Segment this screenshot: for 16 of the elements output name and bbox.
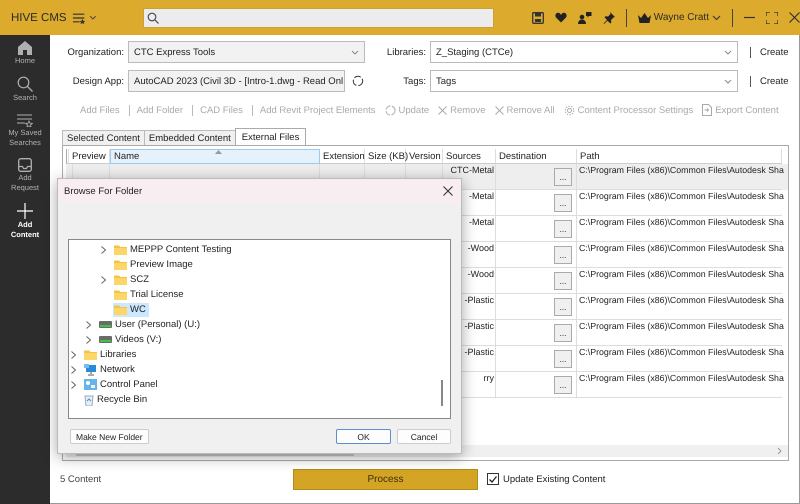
field-label: Tags: xyxy=(402,76,426,86)
table-cell: C:\Program Files (x86)\Common Files\Autodesk Sha xyxy=(577,216,782,242)
table-cell: C:\Program Files (x86)\Common Files\Autodesk Sha xyxy=(577,346,782,372)
table-cell: C:\Program Files (x86)\Common Files\Autodesk Sha xyxy=(577,268,782,294)
checkbox-label: Update Existing Content xyxy=(503,474,606,484)
field-label: Libraries: xyxy=(386,46,426,58)
field-label: Design App: xyxy=(72,76,124,86)
table-cell: C:\Program Files (x86)\Common Files\Autodesk Sha xyxy=(577,294,782,320)
table-cell: C:\Program Files (x86)\Common Files\Autodesk Sha xyxy=(577,242,782,268)
content-count: 5 Content xyxy=(60,474,102,484)
table-cell: C:\Program Files (x86)\Common Files\Autodesk Sha xyxy=(577,320,782,346)
table-cell: C:\Program Files (x86)\Common Files\Autodesk Sha xyxy=(577,164,782,190)
table-cell: C:\Program Files (x86)\Common Files\Autodesk Sha xyxy=(577,372,782,398)
app-name: HIVE CMS xyxy=(11,12,68,24)
table-cell: C:\Program Files (x86)\Common Files\Autodesk Sha xyxy=(577,190,782,216)
field-label: Organization: xyxy=(66,46,124,58)
